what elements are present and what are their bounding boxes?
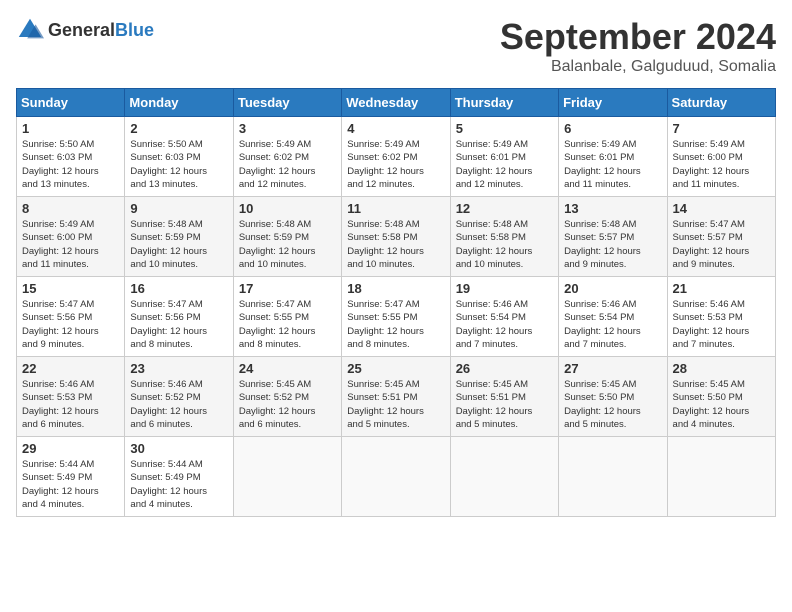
table-row: 30Sunrise: 5:44 AMSunset: 5:49 PMDayligh…	[125, 437, 233, 517]
day-1: 1Sunrise: 5:50 AMSunset: 6:03 PMDaylight…	[17, 117, 125, 197]
table-row	[233, 437, 341, 517]
table-row	[667, 437, 775, 517]
table-row: 7Sunrise: 5:49 AMSunset: 6:00 PMDaylight…	[667, 117, 775, 197]
table-row: 8Sunrise: 5:49 AMSunset: 6:00 PMDaylight…	[17, 197, 125, 277]
table-row: 5Sunrise: 5:49 AMSunset: 6:01 PMDaylight…	[450, 117, 558, 197]
table-row: 28Sunrise: 5:45 AMSunset: 5:50 PMDayligh…	[667, 357, 775, 437]
calendar-table: Sunday Monday Tuesday Wednesday Thursday…	[16, 88, 776, 517]
table-row: 24Sunrise: 5:45 AMSunset: 5:52 PMDayligh…	[233, 357, 341, 437]
location-title: Balanbale, Galguduud, Somalia	[500, 58, 776, 76]
calendar-week-2: 8Sunrise: 5:49 AMSunset: 6:00 PMDaylight…	[17, 197, 776, 277]
table-row: 20Sunrise: 5:46 AMSunset: 5:54 PMDayligh…	[559, 277, 667, 357]
month-title: September 2024	[500, 16, 776, 58]
table-row: 14Sunrise: 5:47 AMSunset: 5:57 PMDayligh…	[667, 197, 775, 277]
col-friday: Friday	[559, 89, 667, 117]
table-row: 16Sunrise: 5:47 AMSunset: 5:56 PMDayligh…	[125, 277, 233, 357]
table-row: 10Sunrise: 5:48 AMSunset: 5:59 PMDayligh…	[233, 197, 341, 277]
table-row: 27Sunrise: 5:45 AMSunset: 5:50 PMDayligh…	[559, 357, 667, 437]
table-row: 9Sunrise: 5:48 AMSunset: 5:59 PMDaylight…	[125, 197, 233, 277]
col-tuesday: Tuesday	[233, 89, 341, 117]
header-row: Sunday Monday Tuesday Wednesday Thursday…	[17, 89, 776, 117]
logo: GeneralBlue	[16, 16, 154, 44]
table-row: 18Sunrise: 5:47 AMSunset: 5:55 PMDayligh…	[342, 277, 450, 357]
table-row: 3Sunrise: 5:49 AMSunset: 6:02 PMDaylight…	[233, 117, 341, 197]
col-wednesday: Wednesday	[342, 89, 450, 117]
table-row: 15Sunrise: 5:47 AMSunset: 5:56 PMDayligh…	[17, 277, 125, 357]
table-row: 22Sunrise: 5:46 AMSunset: 5:53 PMDayligh…	[17, 357, 125, 437]
table-row: 2Sunrise: 5:50 AMSunset: 6:03 PMDaylight…	[125, 117, 233, 197]
calendar-week-3: 15Sunrise: 5:47 AMSunset: 5:56 PMDayligh…	[17, 277, 776, 357]
table-row	[559, 437, 667, 517]
table-row	[342, 437, 450, 517]
table-row: 21Sunrise: 5:46 AMSunset: 5:53 PMDayligh…	[667, 277, 775, 357]
table-row	[450, 437, 558, 517]
logo-text: GeneralBlue	[48, 20, 154, 41]
table-row: 17Sunrise: 5:47 AMSunset: 5:55 PMDayligh…	[233, 277, 341, 357]
table-row: 12Sunrise: 5:48 AMSunset: 5:58 PMDayligh…	[450, 197, 558, 277]
table-row: 29Sunrise: 5:44 AMSunset: 5:49 PMDayligh…	[17, 437, 125, 517]
calendar-week-5: 29Sunrise: 5:44 AMSunset: 5:49 PMDayligh…	[17, 437, 776, 517]
table-row: 6Sunrise: 5:49 AMSunset: 6:01 PMDaylight…	[559, 117, 667, 197]
table-row: 4Sunrise: 5:49 AMSunset: 6:02 PMDaylight…	[342, 117, 450, 197]
col-saturday: Saturday	[667, 89, 775, 117]
col-sunday: Sunday	[17, 89, 125, 117]
table-row: 11Sunrise: 5:48 AMSunset: 5:58 PMDayligh…	[342, 197, 450, 277]
logo-icon	[16, 16, 44, 44]
table-row: 19Sunrise: 5:46 AMSunset: 5:54 PMDayligh…	[450, 277, 558, 357]
calendar-week-4: 22Sunrise: 5:46 AMSunset: 5:53 PMDayligh…	[17, 357, 776, 437]
col-monday: Monday	[125, 89, 233, 117]
table-row: 26Sunrise: 5:45 AMSunset: 5:51 PMDayligh…	[450, 357, 558, 437]
page-header: GeneralBlue September 2024 Balanbale, Ga…	[16, 16, 776, 76]
table-row: 13Sunrise: 5:48 AMSunset: 5:57 PMDayligh…	[559, 197, 667, 277]
title-block: September 2024 Balanbale, Galguduud, Som…	[500, 16, 776, 76]
table-row: 23Sunrise: 5:46 AMSunset: 5:52 PMDayligh…	[125, 357, 233, 437]
table-row: 25Sunrise: 5:45 AMSunset: 5:51 PMDayligh…	[342, 357, 450, 437]
calendar-week-1: 1Sunrise: 5:50 AMSunset: 6:03 PMDaylight…	[17, 117, 776, 197]
col-thursday: Thursday	[450, 89, 558, 117]
